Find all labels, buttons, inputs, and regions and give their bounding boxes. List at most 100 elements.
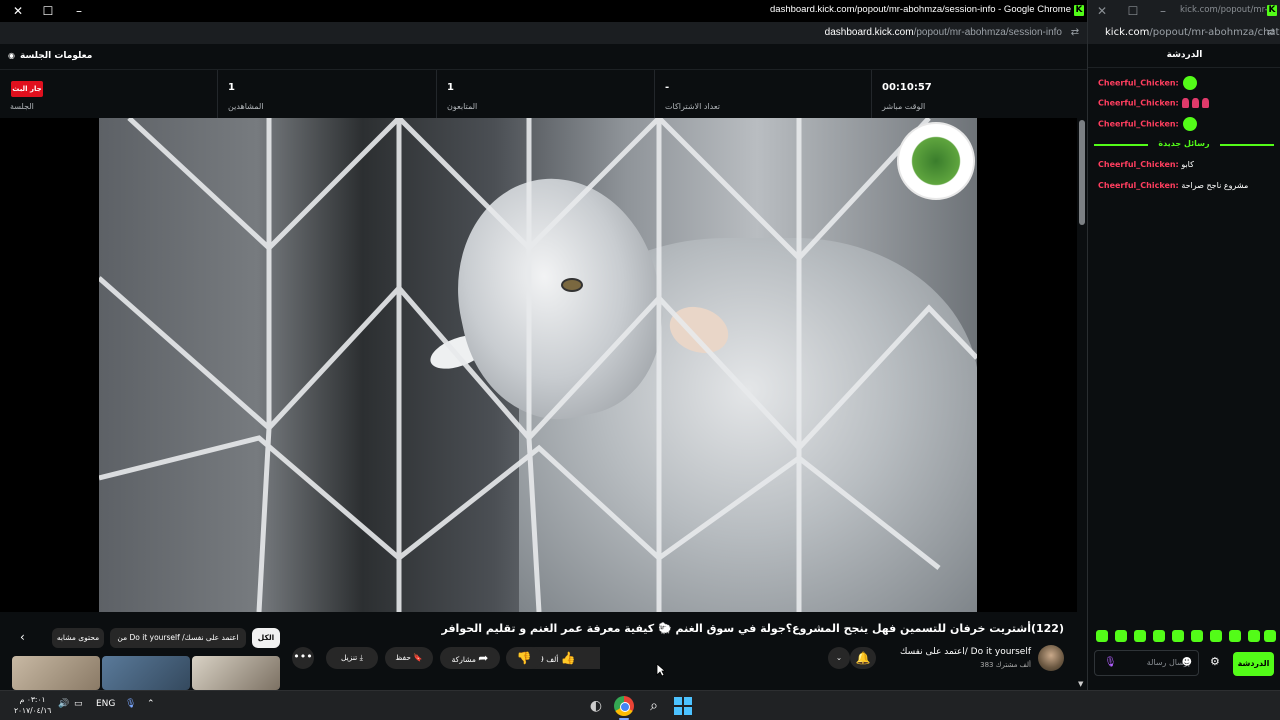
microphone-icon[interactable]: 🎙 xyxy=(1104,657,1117,668)
stat-value: 1 xyxy=(228,82,235,93)
close-icon[interactable]: ✕ xyxy=(1094,3,1110,19)
emote-icon[interactable] xyxy=(1153,630,1165,642)
emote-icon[interactable] xyxy=(1229,630,1241,642)
new-messages-label: رسائل جديدة xyxy=(1158,139,1210,148)
chat-send-button[interactable]: الدردشة xyxy=(1233,652,1274,676)
channel-name[interactable]: اعتمد على نفسك/ Do it yourself xyxy=(900,647,1031,657)
scrollbar[interactable]: ▼ xyxy=(1077,118,1087,688)
minimize-icon[interactable]: – xyxy=(1155,3,1171,19)
related-video-thumbnail[interactable] xyxy=(192,656,280,690)
subscriber-count: 383 ألف مشترك xyxy=(980,661,1031,669)
volume-icon[interactable]: 🔊 xyxy=(58,699,69,709)
chip-related[interactable]: محتوى مشابه xyxy=(52,628,104,648)
close-icon[interactable]: ✕ xyxy=(10,3,26,19)
thumbs-up-icon: 👍 xyxy=(560,651,576,665)
divider-line xyxy=(1220,144,1274,146)
chat-username[interactable]: Cheerful_Chicken: xyxy=(1098,79,1179,88)
clock-date: ٢٠١٧/٠٤/١٦ xyxy=(14,706,52,715)
stat-label: تعداد الاشتراكات xyxy=(665,102,720,111)
more-icon: ••• xyxy=(293,650,313,663)
search-icon[interactable]: ⌕ xyxy=(644,696,664,716)
stat-label: الجلسة xyxy=(10,102,34,111)
chip-all[interactable]: الكل xyxy=(252,628,280,648)
chat-message: Cheerful_Chicken: مشروع ناجح صراحة xyxy=(1098,181,1276,190)
chat-message-input[interactable]: 🎙 إرسال رسالة ☻ xyxy=(1094,650,1199,676)
network-icon[interactable]: ▭ xyxy=(74,699,83,709)
taskbar: ٠٣:٠١ م ٢٠١٧/٠٤/١٦ 🔊 ▭ ENG 🎙 ⌃ ◐ ⌕ xyxy=(0,690,1280,720)
kick-logo-icon: K xyxy=(1267,5,1277,16)
download-label: تنزيل xyxy=(341,653,358,662)
emote-icon xyxy=(1181,98,1189,108)
channel-logo-watermark xyxy=(897,122,975,200)
clock[interactable]: ٠٣:٠١ م ٢٠١٧/٠٤/١٦ xyxy=(14,694,51,716)
chat-username[interactable]: Cheerful_Chicken: xyxy=(1098,160,1179,169)
site-settings-icon[interactable]: ⇄ xyxy=(1264,26,1278,40)
stat-value: 00:10:57 xyxy=(882,82,932,93)
emote-icon[interactable] xyxy=(1210,630,1222,642)
chat-text: كابو xyxy=(1181,160,1194,169)
chat-message: Cheerful_Chicken: xyxy=(1098,76,1276,90)
chat-username[interactable]: Cheerful_Chicken: xyxy=(1098,99,1179,108)
dislike-button[interactable]: 👎 xyxy=(506,647,542,669)
mouse-cursor-icon xyxy=(656,663,666,677)
chat-text: مشروع ناجح صراحة xyxy=(1181,181,1249,190)
address-bar[interactable]: kick.com/popout/mr-abohmza/chat ⇄ xyxy=(1088,22,1280,44)
site-settings-icon[interactable]: ⇄ xyxy=(1068,26,1082,40)
stat-subscriptions: - تعداد الاشتراكات xyxy=(655,70,872,118)
windows-start-icon[interactable] xyxy=(674,697,692,715)
minimize-icon[interactable]: – xyxy=(71,3,87,19)
emote-icon[interactable] xyxy=(1115,630,1127,642)
session-info-window: ✕ ☐ – dashboard.kick.com/popout/mr-abohm… xyxy=(0,0,1087,690)
related-video-thumbnail[interactable] xyxy=(102,656,190,690)
session-stats: الجلسة 1 المشاهدين 1 المتابعون - تعداد ا… xyxy=(0,70,1087,118)
emoji-icon[interactable]: ☻ xyxy=(1182,657,1192,668)
chevron-left-icon[interactable]: ‹ xyxy=(20,630,25,644)
more-options-button[interactable]: ••• xyxy=(292,647,314,669)
chat-message: Cheerful_Chicken: xyxy=(1098,117,1276,131)
chat-header: الدردشة xyxy=(1088,44,1280,68)
emote-icon[interactable] xyxy=(1191,630,1203,642)
share-button[interactable]: مشاركة ➦ xyxy=(440,647,500,669)
video-frame[interactable] xyxy=(99,118,977,612)
app-icon[interactable]: ◐ xyxy=(586,696,606,716)
emote-icon[interactable] xyxy=(1248,630,1260,642)
emote-icon[interactable] xyxy=(1264,630,1276,642)
language-indicator[interactable]: ENG xyxy=(96,699,115,709)
save-button[interactable]: حفظ 🔖 xyxy=(385,647,433,669)
kick-emote-icon xyxy=(1182,117,1197,131)
url-text[interactable]: dashboard.kick.com/popout/mr-abohmza/ses… xyxy=(825,27,1062,38)
window-title: kick.com/popout/mr-... xyxy=(1180,5,1276,15)
address-bar[interactable]: dashboard.kick.com/popout/mr-abohmza/ses… xyxy=(0,22,1087,44)
stat-followers: 1 المتابعون xyxy=(437,70,655,118)
chrome-icon[interactable] xyxy=(614,696,634,716)
microphone-icon[interactable]: 🎙 xyxy=(125,699,136,709)
emote-icon[interactable] xyxy=(1134,630,1146,642)
maximize-icon[interactable]: ☐ xyxy=(40,3,56,19)
thumbs-down-icon: 👎 xyxy=(516,651,532,665)
share-label: مشاركة xyxy=(451,655,476,664)
related-video-thumbnail[interactable] xyxy=(12,656,100,690)
video-player[interactable] xyxy=(0,118,1077,612)
scroll-down-icon[interactable]: ▼ xyxy=(1078,680,1083,688)
emote-icon[interactable] xyxy=(1172,630,1184,642)
title-bar: ✕ ☐ – dashboard.kick.com/popout/mr-abohm… xyxy=(0,0,1087,22)
channel-avatar[interactable] xyxy=(1038,645,1064,671)
maximize-icon[interactable]: ☐ xyxy=(1125,3,1141,19)
download-button[interactable]: تنزيل ⤓ xyxy=(326,647,378,669)
kick-emote-icon xyxy=(1182,76,1197,90)
gear-icon[interactable]: ⚙ xyxy=(1210,655,1220,668)
chat-window: ✕ ☐ – kick.com/popout/mr-... K kick.com/… xyxy=(1087,0,1280,690)
session-header: ◉ معلومات الجلسة xyxy=(0,44,1087,70)
chevron-down-button[interactable]: ⌄ xyxy=(828,647,850,669)
chip-from-channel[interactable]: من Do it yourself /اعتمد على نفسك xyxy=(110,628,246,648)
chevron-up-icon[interactable]: ⌃ xyxy=(147,699,155,709)
notification-bell-button[interactable]: 🔔 xyxy=(850,647,876,669)
chat-username[interactable]: Cheerful_Chicken: xyxy=(1098,120,1179,129)
window-title: dashboard.kick.com/popout/mr-abohmza/ses… xyxy=(770,4,1071,15)
chat-username[interactable]: Cheerful_Chicken: xyxy=(1098,181,1179,190)
video-info: (122)أشتريت خرفان للتسمين فهل ينجح المشر… xyxy=(0,612,1077,690)
emote-icon[interactable] xyxy=(1096,630,1108,642)
scrollbar-thumb[interactable] xyxy=(1079,120,1085,225)
url-text[interactable]: kick.com/popout/mr-abohmza/chat xyxy=(1105,27,1279,38)
live-badge: جار البث xyxy=(11,81,43,97)
